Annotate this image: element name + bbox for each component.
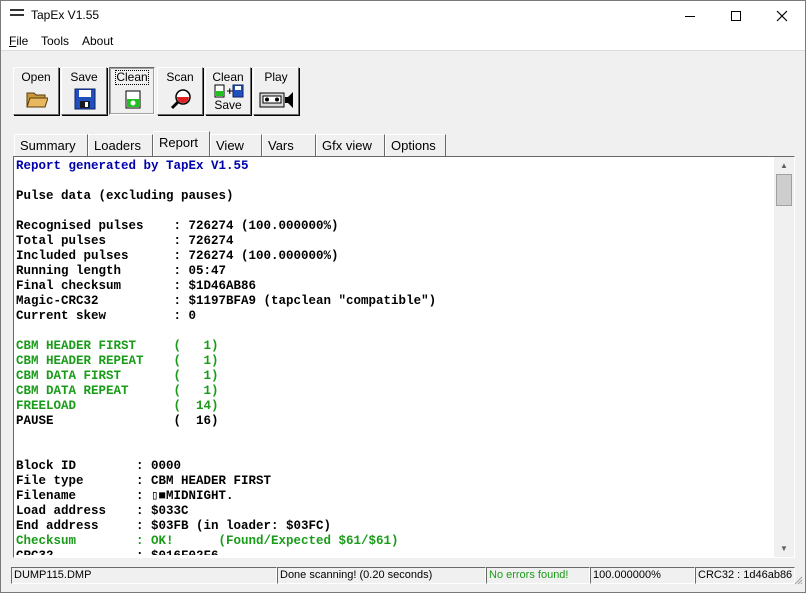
close-icon [776, 10, 788, 22]
report-line: Current skew : 0 [16, 309, 197, 323]
title-bar: TapEx V1.55 [1, 1, 805, 31]
report-line [16, 444, 771, 459]
status-percent: 100.000000% [590, 567, 695, 584]
save-button[interactable]: Save [61, 67, 107, 115]
status-message: Done scanning! (0.20 seconds) [277, 567, 486, 584]
report-line [16, 429, 771, 444]
beaker-icon [125, 90, 141, 109]
tab-options[interactable]: Options [385, 134, 446, 156]
report-line: CBM HEADER FIRST ( 1) [16, 339, 219, 353]
scroll-up-icon[interactable]: ▲ [774, 157, 794, 174]
report-line: Pulse data (excluding pauses) [16, 189, 234, 203]
maximize-button[interactable] [713, 1, 759, 31]
folder-open-icon [26, 92, 48, 108]
play-label: Play [264, 70, 288, 84]
report-line: Block ID : 0000 [16, 459, 182, 473]
open-label: Open [21, 70, 51, 84]
minimize-icon [685, 15, 695, 17]
scan-button[interactable]: Scan [157, 67, 203, 115]
report-line: Total pulses : 726274 [16, 234, 234, 248]
report-line [16, 204, 771, 219]
clean-button[interactable]: Clean [109, 67, 155, 115]
tab-vars[interactable]: Vars [262, 134, 316, 156]
status-bar: DUMP115.DMP Done scanning! (0.20 seconds… [1, 565, 805, 587]
report-line: CBM DATA FIRST ( 1) [16, 369, 219, 383]
maximize-icon [731, 11, 741, 21]
tab-gfx-view[interactable]: Gfx view [316, 134, 385, 156]
play-button[interactable]: Play [253, 67, 299, 115]
menu-about[interactable]: About [82, 34, 113, 48]
scroll-down-icon[interactable]: ▼ [774, 540, 794, 557]
clean-save-label-2: Save [214, 98, 242, 112]
scroll-thumb[interactable] [776, 174, 792, 206]
report-line: Recognised pulses : 726274 (100.000000%) [16, 219, 339, 233]
main-window: TapEx V1.55 File Tools About Open Save C… [0, 0, 806, 593]
menu-file[interactable]: File [9, 34, 28, 48]
report-line [16, 174, 771, 189]
report-text[interactable]: Report generated by TapEx V1.55 Pulse dat… [16, 159, 771, 555]
tab-loaders[interactable]: Loaders [88, 134, 153, 156]
report-line: Checksum : OK! (Found/Expected $61/$61) [16, 534, 399, 548]
report-line: CRC32 : $016F02F6 [16, 549, 771, 555]
svg-text:+: + [226, 87, 234, 97]
app-icon [10, 9, 24, 21]
report-line: CBM HEADER REPEAT ( 1) [16, 354, 219, 368]
tab-report[interactable]: Report [153, 131, 210, 156]
resize-grip-icon[interactable] [793, 575, 803, 585]
window-title: TapEx V1.55 [31, 8, 100, 22]
clean-save-label-1: Clean [212, 70, 244, 84]
scan-label: Scan [166, 70, 194, 84]
vertical-scrollbar[interactable]: ▲ ▼ [774, 157, 794, 557]
status-crc: CRC32 : 1d46ab86 [695, 567, 795, 584]
status-file: DUMP115.DMP [11, 567, 277, 584]
report-line: Magic-CRC32 : $1197BFA9 (tapclean "compa… [16, 294, 437, 308]
open-button[interactable]: Open [13, 67, 59, 115]
status-errors: No errors found! [486, 567, 590, 584]
magnifier-icon [170, 89, 191, 110]
report-panel: Report generated by TapEx V1.55 Pulse dat… [13, 156, 795, 558]
clean-save-button[interactable]: Clean + Save [205, 67, 251, 115]
menu-bar: File Tools About [1, 31, 805, 51]
report-line: Final checksum : $1D46AB86 [16, 279, 257, 293]
save-label: Save [70, 70, 98, 84]
floppy-disk-icon [74, 88, 96, 110]
tab-view[interactable]: View [210, 134, 262, 156]
report-line: Load address : $033C [16, 504, 189, 518]
report-line: Report generated by TapEx V1.55 [16, 159, 249, 173]
report-line [16, 324, 771, 339]
clean-save-icon: + [214, 84, 244, 98]
report-line: Running length : 05:47 [16, 264, 227, 278]
report-line: Included pulses : 726274 (100.000000%) [16, 249, 339, 263]
report-line: File type : CBM HEADER FIRST [16, 474, 272, 488]
cassette-speaker-icon [259, 92, 293, 108]
minimize-button[interactable] [667, 1, 713, 31]
menu-tools[interactable]: Tools [41, 34, 69, 48]
report-line: Filename : ▯■MIDNIGHT. [16, 489, 234, 503]
clean-label: Clean [115, 70, 149, 85]
menu-file-rest: ile [16, 34, 29, 48]
tab-summary[interactable]: Summary [14, 134, 88, 156]
close-button[interactable] [759, 1, 805, 31]
report-line: FREELOAD ( 14) [16, 399, 219, 413]
report-line: PAUSE ( 16) [16, 414, 219, 428]
report-line: End address : $03FB (in loader: $03FC) [16, 519, 332, 533]
report-line: CBM DATA REPEAT ( 1) [16, 384, 219, 398]
